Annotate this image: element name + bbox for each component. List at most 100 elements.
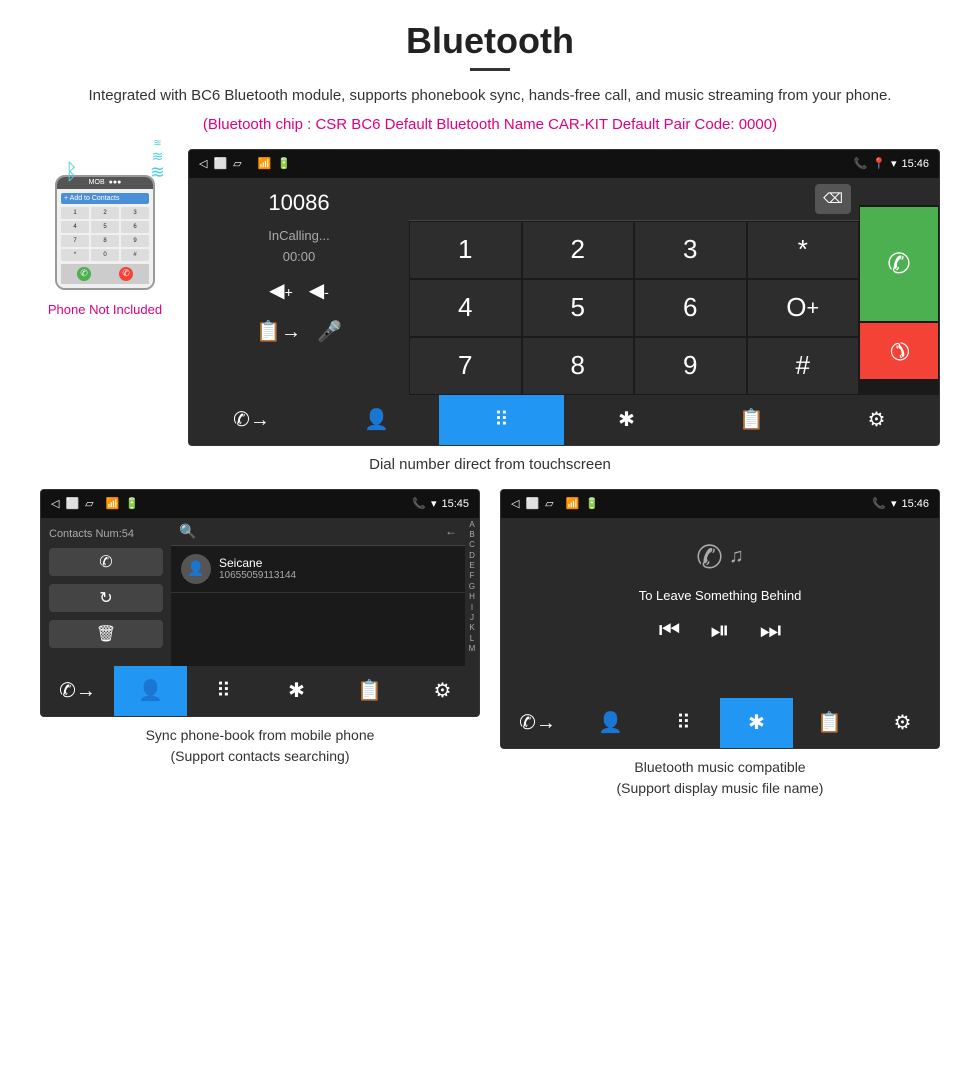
backspace-btn[interactable]: ⌫ (815, 184, 851, 214)
contacts-nav-bt[interactable]: ✱ (260, 666, 333, 716)
music-nav-dial[interactable]: ✆→ (501, 698, 574, 748)
numpad-star[interactable]: * (747, 221, 860, 279)
music-back-icon: ◁ (511, 497, 519, 510)
contacts-sync-btn[interactable]: ↻ (49, 584, 163, 612)
volume-up-btn[interactable]: ◀+ (269, 278, 293, 303)
phone-contact-cell: 9 (121, 235, 149, 247)
contacts-search-bar: 🔍 ← (171, 518, 465, 546)
alpha-a: A (465, 520, 479, 530)
music-caption: Bluetooth music compatible (Support disp… (500, 757, 940, 799)
volume-down-btn[interactable]: ◀- (309, 278, 329, 303)
alpha-c: C (465, 540, 479, 550)
contacts-android-screen: ◁ ⬜ ▱ 📶 🔋 📞 ▾ 15:45 Contacts (40, 489, 480, 717)
contact-number: 10655059113144 (219, 570, 455, 581)
music-nav-contacts[interactable]: 👤 (574, 698, 647, 748)
contacts-left-panel: Contacts Num:54 ✆ ↻ 🗑 (41, 518, 171, 666)
contacts-call-btn[interactable]: ✆ (49, 548, 163, 576)
numpad-9[interactable]: 9 (634, 337, 747, 395)
contacts-home-icon: ⬜ (65, 497, 79, 510)
numpad-6[interactable]: 6 (634, 279, 747, 337)
volume-controls: ◀+ ◀- (269, 278, 329, 303)
music-nav-transfer[interactable]: 📋 (793, 698, 866, 748)
transfer-btn[interactable]: 📋→ (256, 319, 301, 344)
search-back-icon[interactable]: ← (445, 524, 457, 538)
alpha-h: H (465, 592, 479, 602)
add-contacts-bar: + Add to Contacts (61, 193, 149, 204)
music-song-title: To Leave Something Behind (639, 588, 802, 603)
music-nav-numpad[interactable]: ⠿ (647, 698, 720, 748)
main-screen-row: ≋ ≋ ≋ ᛒ MOB ●●● + Add to Contacts 1 2 3 (40, 149, 940, 446)
music-next-btn[interactable]: ⏭ (760, 617, 782, 645)
phone-contact-cell: 3 (121, 207, 149, 219)
numpad-grid: 1 2 3 * 4 5 6 O+ 7 8 9 # (409, 221, 859, 395)
end-call-btn[interactable]: ✆ (859, 322, 939, 380)
recents-icon: ▱ (233, 157, 241, 170)
nav-dial-btn[interactable]: ✆→ (189, 395, 314, 445)
numpad-2[interactable]: 2 (522, 221, 635, 279)
music-controls: ⏮ ⏯ ⏭ (659, 617, 781, 645)
bottom-nav-bar: ✆→ 👤 ⠿ ✱ 📋 ⚙ (189, 395, 939, 445)
phone-status-icon: 📞 (854, 157, 868, 170)
contacts-search-input[interactable] (202, 524, 439, 539)
nav-settings-btn[interactable]: ⚙ (814, 395, 939, 445)
status-left: ◁ ⬜ ▱ 📶 🔋 (199, 157, 291, 170)
call-timer: 00:00 (283, 249, 316, 264)
contacts-nav-contacts[interactable]: 👤 (114, 666, 187, 716)
nav-contacts-btn[interactable]: 👤 (314, 395, 439, 445)
numpad-1[interactable]: 1 (409, 221, 522, 279)
nav-transfer-btn[interactable]: 📋 (689, 395, 814, 445)
main-screen-caption: Dial number direct from touchscreen (40, 456, 940, 473)
phone-contact-cell: 4 (61, 221, 89, 233)
music-nav-bt[interactable]: ✱ (720, 698, 793, 748)
phone-contact-cell: 6 (121, 221, 149, 233)
music-battery-icon: 🔋 (585, 497, 599, 510)
music-icon-area: ✆ ♫ (696, 538, 744, 576)
music-prev-btn[interactable]: ⏮ (659, 617, 681, 645)
phone-contact-cell: 7 (61, 235, 89, 247)
phone-contact-cell: 8 (91, 235, 119, 247)
back-icon: ◁ (199, 157, 207, 170)
alpha-d: D (465, 551, 479, 561)
contacts-nav-settings[interactable]: ⚙ (406, 666, 479, 716)
contacts-nav-numpad[interactable]: ⠿ (187, 666, 260, 716)
phone-contact-cell: 5 (91, 221, 119, 233)
phone-end-btn[interactable]: ✆ (119, 267, 133, 281)
music-note-icon: ♫ (729, 545, 744, 568)
numpad-hash[interactable]: # (747, 337, 860, 395)
mute-btn[interactable]: 🎤 (317, 319, 342, 344)
numpad-4[interactable]: 4 (409, 279, 522, 337)
numpad-5[interactable]: 5 (522, 279, 635, 337)
contact-info: Seicane 10655059113144 (219, 556, 455, 581)
numpad-0plus[interactable]: O+ (747, 279, 860, 337)
title-underline (470, 68, 510, 71)
numpad-3[interactable]: 3 (634, 221, 747, 279)
phone-contact-cell: # (121, 249, 149, 261)
nav-numpad-btn[interactable]: ⠿ (439, 395, 564, 445)
contact-item[interactable]: 👤 Seicane 10655059113144 (171, 546, 465, 593)
contacts-signal-icon: 📶 (106, 497, 120, 510)
location-icon: 📍 (872, 157, 886, 170)
dial-actions: 📋→ 🎤 (256, 319, 342, 344)
nav-bluetooth-btn[interactable]: ✱ (564, 395, 689, 445)
music-nav-settings[interactable]: ⚙ (866, 698, 939, 748)
contacts-nav-dial[interactable]: ✆→ (41, 666, 114, 716)
bottom-screens-row: ◁ ⬜ ▱ 📶 🔋 📞 ▾ 15:45 Contacts (40, 489, 940, 799)
dial-input-row: ⌫ (409, 178, 859, 221)
numpad-7[interactable]: 7 (409, 337, 522, 395)
phone-call-btn[interactable]: ✆ (77, 267, 91, 281)
call-end-column: ✆ ✆ (859, 178, 939, 395)
alpha-e: E (465, 561, 479, 571)
music-play-btn[interactable]: ⏯ (710, 617, 729, 645)
dial-input[interactable] (417, 190, 815, 208)
contacts-nav-transfer[interactable]: 📋 (333, 666, 406, 716)
contacts-delete-btn[interactable]: 🗑 (49, 620, 163, 648)
music-android-screen: ◁ ⬜ ▱ 📶 🔋 📞 ▾ 15:46 ✆ (500, 489, 940, 749)
alpha-k: K (465, 623, 479, 633)
phone-not-included-label: Phone Not Included (48, 302, 162, 317)
call-btn[interactable]: ✆ (859, 206, 939, 322)
alpha-i: I (465, 603, 479, 613)
bluetooth-symbol-icon: ᛒ (65, 159, 78, 185)
phone-contact-cell: 2 (91, 207, 119, 219)
phone-contact-cell: 0 (91, 249, 119, 261)
numpad-8[interactable]: 8 (522, 337, 635, 395)
